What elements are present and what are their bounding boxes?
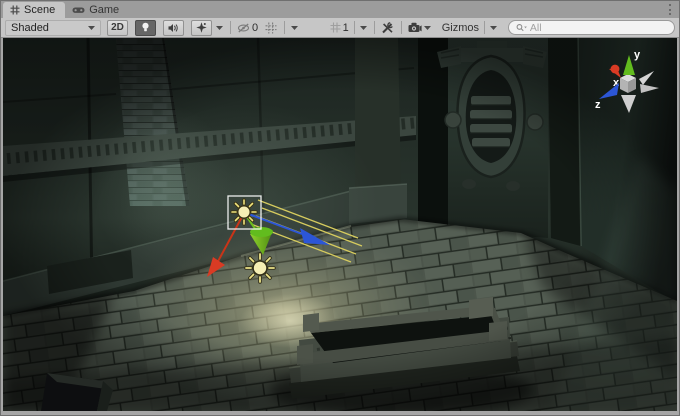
visibility-count: 0: [252, 22, 258, 34]
mode-2d-toggle[interactable]: 2D: [107, 20, 128, 36]
layers-count: 1: [343, 22, 349, 34]
unity-scene-window: Scene Game Shaded 2D: [0, 0, 680, 416]
chevron-down-icon: [424, 26, 431, 30]
chevron-down-icon: [216, 26, 223, 30]
editor-tools-button[interactable]: [378, 20, 397, 36]
wrench-icon: [381, 22, 394, 34]
effects-toggle[interactable]: [191, 20, 212, 36]
audio-toggle[interactable]: [163, 20, 184, 36]
draw-mode-label: Shaded: [11, 22, 49, 34]
camera-dropdown[interactable]: [405, 20, 434, 36]
camera-icon: [408, 22, 422, 33]
grid-snap-toggle[interactable]: [262, 20, 280, 36]
point-light-icon: [246, 254, 274, 282]
axis-y-label: y: [634, 49, 641, 61]
lightbulb-icon: [141, 22, 150, 33]
scene-visibility-toggle[interactable]: 0: [234, 20, 261, 36]
mode-2d-label: 2D: [111, 22, 124, 33]
eye-off-icon: [237, 23, 250, 33]
chevron-down-icon: [490, 26, 497, 30]
tab-game-label: Game: [89, 4, 119, 16]
gizmos-dropdown[interactable]: Gizmos: [439, 20, 500, 36]
gizmos-label: Gizmos: [442, 22, 479, 34]
point-light-gizmo[interactable]: [246, 254, 274, 282]
speaker-icon: [168, 23, 179, 33]
kebab-icon[interactable]: [666, 3, 674, 16]
scene-viewport[interactable]: y x z: [3, 38, 677, 411]
scene-toolbar: Shaded 2D: [1, 18, 679, 38]
effects-caret[interactable]: [213, 20, 226, 36]
sparkle-icon: [196, 22, 207, 33]
grid-icon: [265, 22, 277, 34]
chevron-down-icon: [360, 26, 367, 30]
gamepad-icon: [72, 5, 85, 15]
gizmos-search[interactable]: [508, 20, 675, 35]
scene-lighting-toggle[interactable]: [135, 20, 156, 36]
grid-icon: [10, 5, 20, 15]
search-input[interactable]: [530, 22, 667, 34]
vignette: [3, 38, 677, 411]
chevron-down-icon: [291, 26, 298, 30]
axis-z-label: z: [595, 99, 601, 111]
tab-game[interactable]: Game: [65, 2, 129, 18]
view-tabbar: Scene Game: [1, 1, 679, 18]
magnifier-icon: [516, 23, 527, 33]
toolbar-right-group: 1: [327, 20, 675, 36]
grid-snap-caret[interactable]: [288, 20, 301, 36]
tab-scene-label: Scene: [24, 4, 55, 16]
scene-3d-view[interactable]: y x z: [3, 38, 677, 411]
sun-icon: [232, 200, 256, 224]
tab-scene[interactable]: Scene: [3, 2, 65, 18]
axis-cube[interactable]: [620, 74, 636, 93]
chevron-down-icon: [88, 26, 95, 30]
layers-grid-icon: [330, 22, 341, 33]
layers-dropdown[interactable]: 1: [327, 20, 370, 36]
draw-mode-dropdown[interactable]: Shaded: [5, 20, 101, 36]
